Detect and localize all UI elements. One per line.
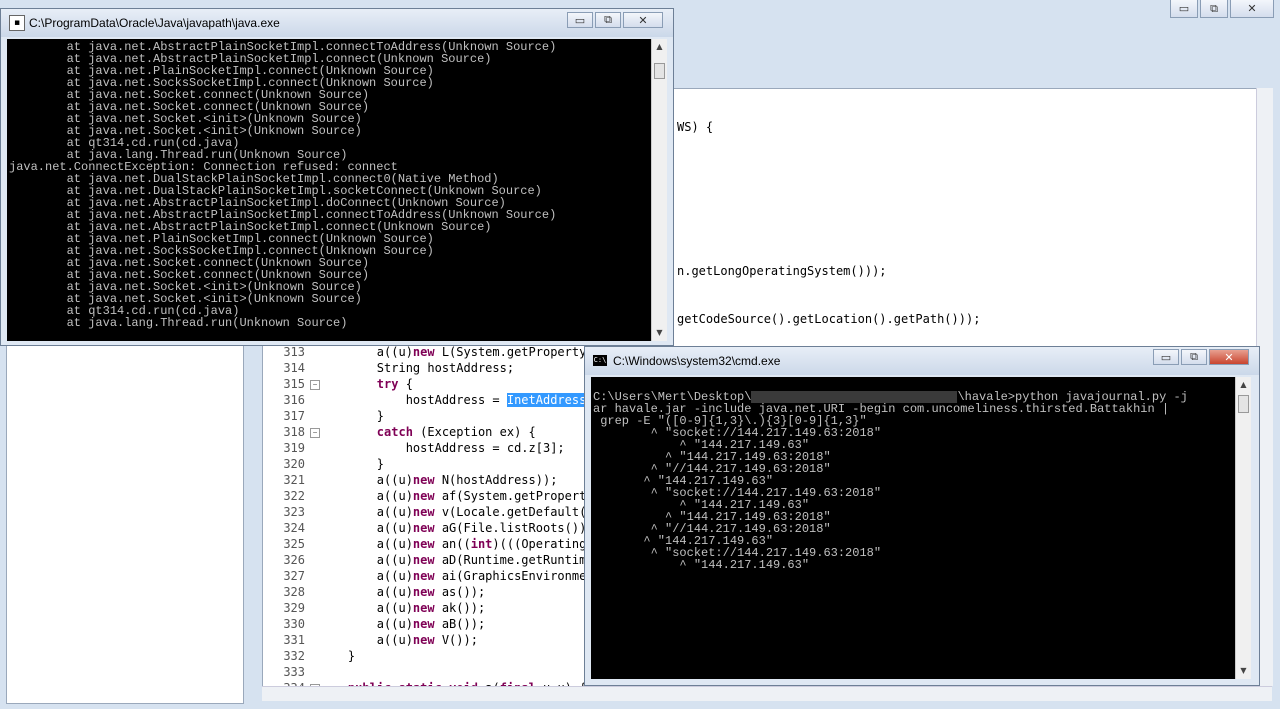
line-number: 326 [283,553,305,567]
code-line[interactable]: a((u)new ai(GraphicsEnvironmen [319,568,594,584]
java-console-scrollbar[interactable]: ▲ ▼ [651,39,667,341]
console-line: at java.lang.Thread.run(Unknown Source) [9,316,348,330]
code-line[interactable]: try { [319,376,413,392]
ide-left-panel [6,340,244,704]
java-console-output[interactable]: at java.net.AbstractPlainSocketImpl.conn… [7,39,651,341]
code-line-fragment: getCodeSource().getLocation().getPath())… [677,312,981,326]
line-number: 315 [283,377,305,391]
cmd-window-controls: ▭ ⧉ ✕ [1153,349,1249,365]
selected-text[interactable]: InetAddress [506,393,587,407]
code-line[interactable]: String hostAddress; [319,360,514,376]
code-line[interactable]: hostAddress = InetAddress. [319,392,594,408]
java-close-button[interactable]: ✕ [623,12,663,28]
java-console-icon: ▪ [9,15,25,31]
code-line[interactable]: } [319,648,355,664]
code-line[interactable]: a((u)new af(System.getProperty [319,488,594,504]
cmd-console-output[interactable]: C:\Users\Mert\Desktop\ \havale>python jav… [591,377,1235,679]
code-line[interactable]: } [319,408,384,424]
code-line-fragment: WS) { [677,120,714,134]
line-number: 321 [283,473,305,487]
ide-close-button[interactable]: ✕ [1230,0,1274,18]
line-number: 327 [283,569,305,583]
java-restore-button[interactable]: ⧉ [595,12,621,28]
cmd-icon: C:\ [593,355,607,366]
line-number: 333 [283,665,305,679]
code-line[interactable]: a((u)new aB()); [319,616,485,632]
fold-toggle-icon[interactable]: − [310,380,320,390]
code-line[interactable]: hostAddress = cd.z[3]; [319,440,565,456]
line-number: 323 [283,505,305,519]
line-number: 330 [283,617,305,631]
editor-horizontal-scrollbar[interactable] [262,686,1272,701]
code-line[interactable]: catch (Exception ex) { [319,424,536,440]
cmd-window-title: C:\Windows\system32\cmd.exe [613,354,781,368]
line-number: 329 [283,601,305,615]
java-window-title: C:\ProgramData\Oracle\Java\javapath\java… [29,16,280,30]
java-title-bar[interactable]: ▪ C:\ProgramData\Oracle\Java\javapath\ja… [1,9,673,37]
fold-toggle-icon[interactable]: − [310,428,320,438]
cmd-title-bar[interactable]: C:\ C:\Windows\system32\cmd.exe ▭ ⧉ ✕ [585,347,1259,375]
line-number: 328 [283,585,305,599]
scroll-up-arrow-icon[interactable]: ▲ [652,39,667,55]
line-number: 332 [283,649,305,663]
line-number: 313 [283,345,305,359]
code-line[interactable]: a((u)new an((int)(((OperatingS [319,536,594,552]
java-window-controls: ▭ ⧉ ✕ [567,12,663,28]
code-line[interactable]: } [319,456,384,472]
code-line[interactable]: a((u)new aD(Runtime.getRuntime [319,552,594,568]
line-number: 314 [283,361,305,375]
cmd-minimize-button[interactable]: ▭ [1153,349,1179,365]
java-console-window[interactable]: ▪ C:\ProgramData\Oracle\Java\javapath\ja… [0,8,674,346]
code-line[interactable]: a((u)new v(Locale.getDefault() [319,504,594,520]
code-line[interactable]: a((u)new L(System.getProperty( [319,344,594,360]
cmd-close-button[interactable]: ✕ [1209,349,1249,365]
cmd-console-scrollbar[interactable]: ▲ ▼ [1235,377,1251,679]
code-line[interactable]: a((u)new as()); [319,584,485,600]
cmd-restore-button[interactable]: ⧉ [1181,349,1207,365]
scroll-down-arrow-icon[interactable]: ▼ [652,325,667,341]
code-line-fragment: n.getLongOperatingSystem())); [677,264,887,278]
line-number: 318 [283,425,305,439]
java-minimize-button[interactable]: ▭ [567,12,593,28]
ide-window-controls: ▭ ⧉ ✕ [1170,0,1274,18]
line-number: 316 [283,393,305,407]
console-line: ^ "144.217.149.63" [593,558,810,572]
line-number: 320 [283,457,305,471]
ide-restore-button[interactable]: ⧉ [1200,0,1228,18]
code-line[interactable]: a((u)new aG(File.listRoots())) [319,520,594,536]
line-number: 331 [283,633,305,647]
code-line[interactable]: a((u)new V()); [319,632,478,648]
code-line[interactable]: a((u)new ak()); [319,600,485,616]
ide-minimize-button[interactable]: ▭ [1170,0,1198,18]
line-number: 324 [283,521,305,535]
scroll-down-arrow-icon[interactable]: ▼ [1236,663,1251,679]
scroll-thumb[interactable] [1238,395,1249,413]
cmd-window[interactable]: C:\ C:\Windows\system32\cmd.exe ▭ ⧉ ✕ C:… [584,346,1260,686]
line-number: 322 [283,489,305,503]
code-line[interactable]: a((u)new N(hostAddress)); [319,472,558,488]
scroll-up-arrow-icon[interactable]: ▲ [1236,377,1251,393]
scroll-thumb[interactable] [654,63,665,79]
line-number: 319 [283,441,305,455]
line-number: 325 [283,537,305,551]
line-number: 317 [283,409,305,423]
